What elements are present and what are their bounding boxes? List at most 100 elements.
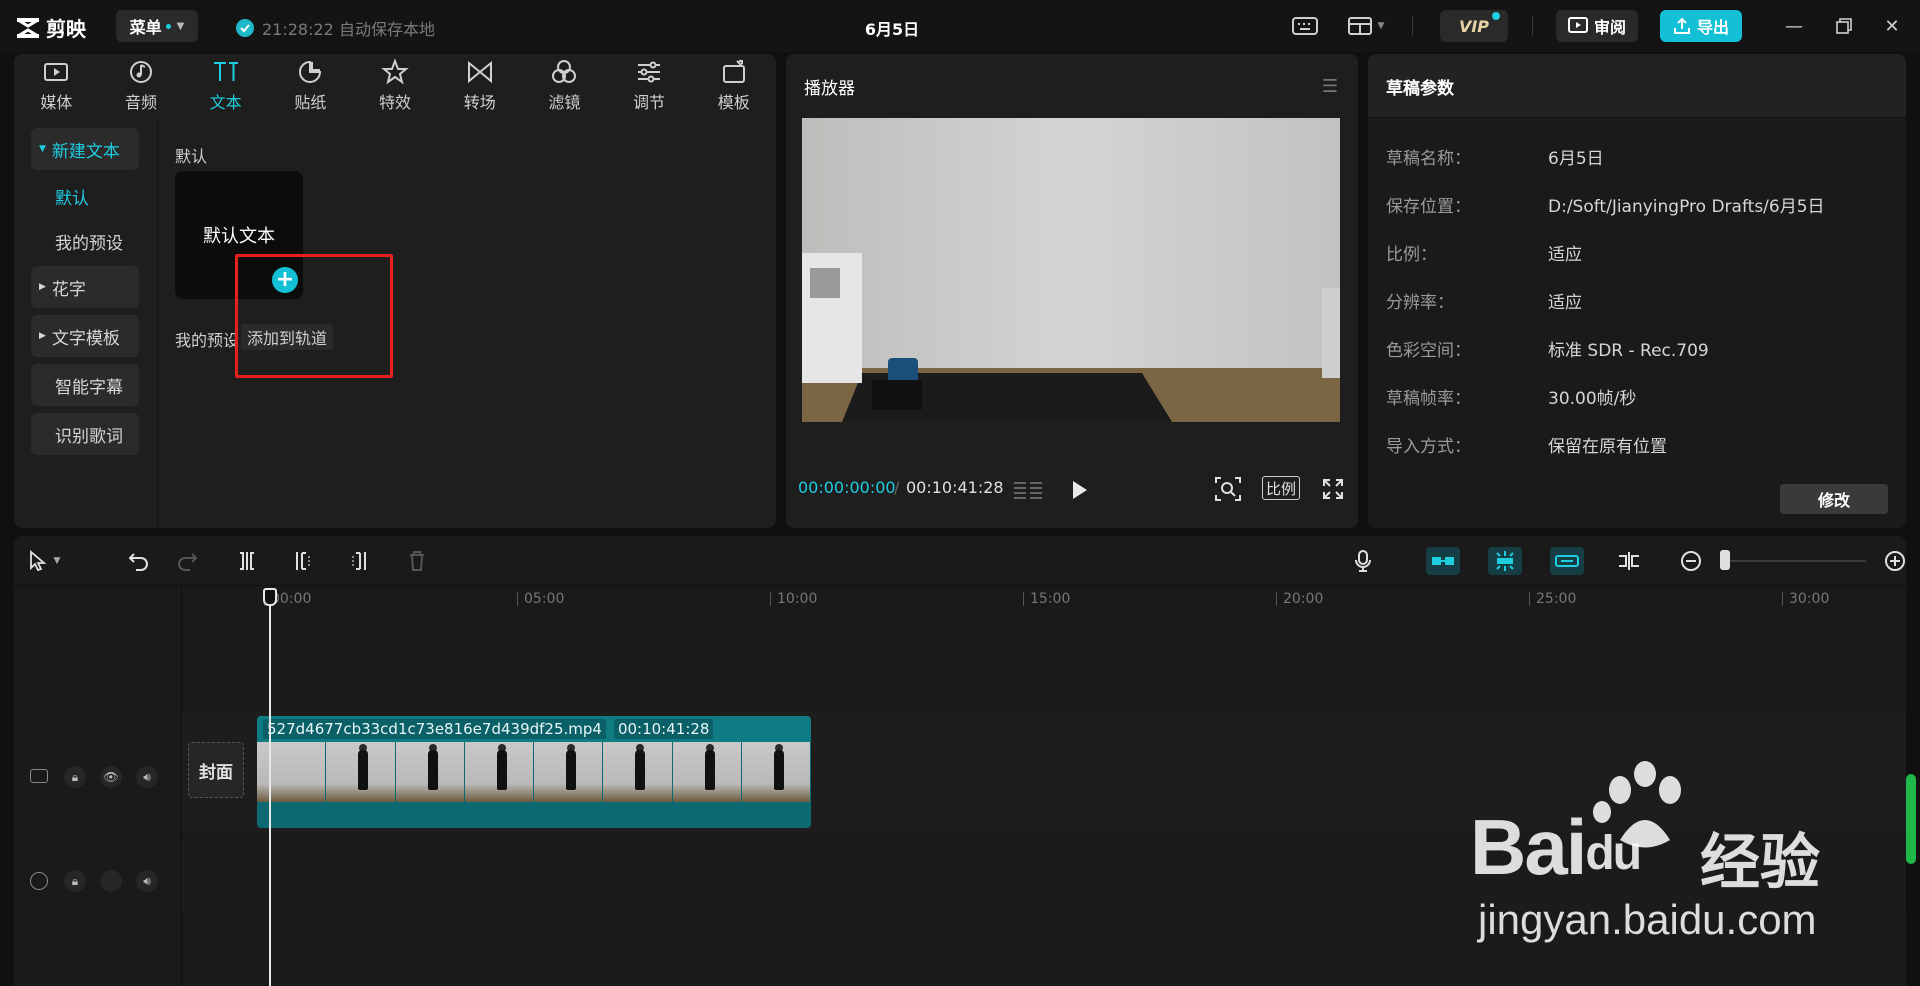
- tab-audio[interactable]: 音频: [99, 54, 184, 118]
- watermark-brand: Baidu: [1470, 802, 1642, 893]
- empty-slot: [100, 870, 122, 892]
- timeline-view-icon[interactable]: [1012, 480, 1044, 502]
- tab-sticker[interactable]: 贴纸: [268, 54, 353, 118]
- lock-icon[interactable]: 🔒︎: [64, 870, 86, 892]
- thumbnail: [257, 742, 327, 802]
- modify-button[interactable]: 修改: [1780, 484, 1888, 514]
- fullscreen-icon[interactable]: [1322, 478, 1344, 500]
- select-tool-icon[interactable]: ▼: [24, 548, 64, 574]
- title-bar: 剪映 菜单 ▼ 21:28:22 自动保存本地 6月5日 ▼ VIP 审阅 导出…: [0, 0, 1920, 52]
- split-icon[interactable]: [234, 548, 260, 574]
- tab-label: 音频: [125, 93, 158, 112]
- tab-label: 滤镜: [548, 93, 581, 112]
- shortcut-keyboard-icon[interactable]: [1292, 14, 1318, 38]
- minimize-icon[interactable]: —: [1782, 14, 1806, 38]
- tab-text[interactable]: 文本: [183, 54, 268, 118]
- default-text-card-label: 默认文本: [203, 226, 275, 247]
- lock-icon[interactable]: 🔒︎: [64, 766, 86, 788]
- close-icon[interactable]: ✕: [1880, 14, 1904, 38]
- ratio-button[interactable]: 比例: [1262, 476, 1301, 500]
- tab-transition[interactable]: 转场: [437, 54, 522, 118]
- sidebar-item-default[interactable]: 默认: [31, 175, 139, 217]
- vip-button[interactable]: VIP: [1440, 10, 1508, 42]
- expand-triangle-icon: ▼: [39, 144, 46, 154]
- thumbnail: [395, 742, 465, 802]
- zoom-slider-track[interactable]: [1726, 560, 1866, 562]
- sidebar-item-fancy-text[interactable]: ▶ 花字: [31, 266, 139, 308]
- linkage-icon[interactable]: [1550, 547, 1584, 575]
- zoom-out-icon[interactable]: [1678, 548, 1704, 574]
- video-clip[interactable]: 527d4677cb33cd1c73e816e7d439df25.mp4 00:…: [257, 716, 811, 828]
- sidebar-item-smart-caption[interactable]: 智能字幕: [31, 364, 139, 406]
- ruler-tick: 05:00: [517, 592, 564, 606]
- play-icon[interactable]: [1068, 478, 1090, 502]
- tab-label: 特效: [379, 93, 412, 112]
- undo-icon[interactable]: [126, 548, 152, 574]
- microphone-icon[interactable]: [1350, 548, 1376, 574]
- tab-template[interactable]: 模板: [691, 54, 776, 118]
- zoom-fit-icon[interactable]: [1214, 476, 1242, 502]
- audio-track-icon: [30, 872, 48, 890]
- baidu-jingyan-watermark: Baidu 经验 jingyan.baidu.com: [1470, 760, 1920, 986]
- clip-thumbnails: [257, 742, 811, 802]
- player-menu-icon[interactable]: ☰: [1322, 76, 1338, 97]
- param-value-import-mode: 保留在原有位置: [1548, 437, 1667, 457]
- tab-effects[interactable]: 特效: [353, 54, 438, 118]
- param-value-ratio: 适应: [1548, 245, 1582, 265]
- thumbnail: [603, 742, 673, 802]
- total-duration: 00:10:41:28: [906, 478, 1004, 497]
- time-ruler[interactable]: 00:00 05:00 10:00 15:00 20:00 25:00 30:0…: [254, 586, 1906, 610]
- export-button[interactable]: 导出: [1660, 10, 1742, 42]
- restore-icon[interactable]: [1832, 14, 1856, 38]
- sidebar-item-new-text[interactable]: ▼ 新建文本: [31, 128, 139, 170]
- divider: [1412, 16, 1413, 36]
- param-label: 分辨率：: [1386, 293, 1454, 313]
- sidebar-item-text-template[interactable]: ▶ 文字模板: [31, 315, 139, 357]
- cover-button[interactable]: 封面: [188, 742, 244, 798]
- redo-icon[interactable]: [174, 548, 200, 574]
- tab-media[interactable]: 媒体: [14, 54, 99, 118]
- watermark-bai: Bai: [1470, 803, 1587, 891]
- media-tabs: 媒体 音频 文本 贴纸 特效 转场 滤镜 调节 模板: [14, 54, 776, 118]
- sidebar-item-label: 智能字幕: [55, 377, 123, 398]
- tab-filter[interactable]: 滤镜: [522, 54, 607, 118]
- tab-adjust[interactable]: 调节: [607, 54, 692, 118]
- tab-label: 转场: [463, 93, 496, 112]
- main-track-magnet-icon[interactable]: [1426, 547, 1460, 575]
- sidebar-item-my-presets[interactable]: 我的预设: [31, 220, 139, 262]
- eye-icon[interactable]: 👁︎: [100, 766, 122, 788]
- watermark-url: jingyan.baidu.com: [1478, 896, 1817, 943]
- param-label: 色彩空间：: [1386, 341, 1471, 361]
- current-timecode: 00:00:00:00: [798, 478, 896, 497]
- video-frame-image: [802, 118, 1340, 422]
- video-preview[interactable]: [802, 118, 1340, 422]
- project-title: 6月5日: [864, 20, 920, 39]
- review-icon: [1567, 17, 1588, 33]
- highlight-annotation-box: [235, 254, 393, 378]
- ruler-tick: 15:00: [1023, 592, 1070, 606]
- preview-axis-icon[interactable]: [1616, 548, 1642, 574]
- sidebar-item-label: 花字: [51, 279, 86, 300]
- zoom-in-icon[interactable]: [1882, 548, 1906, 574]
- section-title-my-presets: 我的预设: [175, 331, 240, 350]
- auto-snap-icon[interactable]: [1488, 547, 1522, 575]
- layout-icon[interactable]: ▼: [1344, 14, 1388, 38]
- timeline-toolbar: ▼: [14, 536, 1906, 586]
- zoom-slider-handle[interactable]: [1720, 550, 1730, 570]
- clip-filename: 527d4677cb33cd1c73e816e7d439df25.mp4: [263, 719, 606, 739]
- review-button[interactable]: 审阅: [1556, 10, 1638, 42]
- volume-icon[interactable]: 🔊︎: [136, 766, 158, 788]
- delete-icon[interactable]: [404, 548, 430, 574]
- sidebar-item-lyrics[interactable]: 识别歌词: [31, 413, 139, 455]
- thumbnail: [326, 742, 396, 802]
- volume-icon[interactable]: 🔊︎: [136, 870, 158, 892]
- vip-label: VIP: [1458, 16, 1490, 36]
- playhead-line[interactable]: [269, 592, 271, 986]
- param-label: 比例：: [1386, 245, 1437, 265]
- collapse-triangle-icon: ▶: [39, 331, 46, 341]
- trim-left-icon[interactable]: [290, 548, 316, 574]
- trim-right-icon[interactable]: [346, 548, 372, 574]
- playhead-handle[interactable]: [263, 588, 277, 606]
- ruler-tick: 25:00: [1529, 592, 1576, 606]
- thumbnail: [672, 742, 742, 802]
